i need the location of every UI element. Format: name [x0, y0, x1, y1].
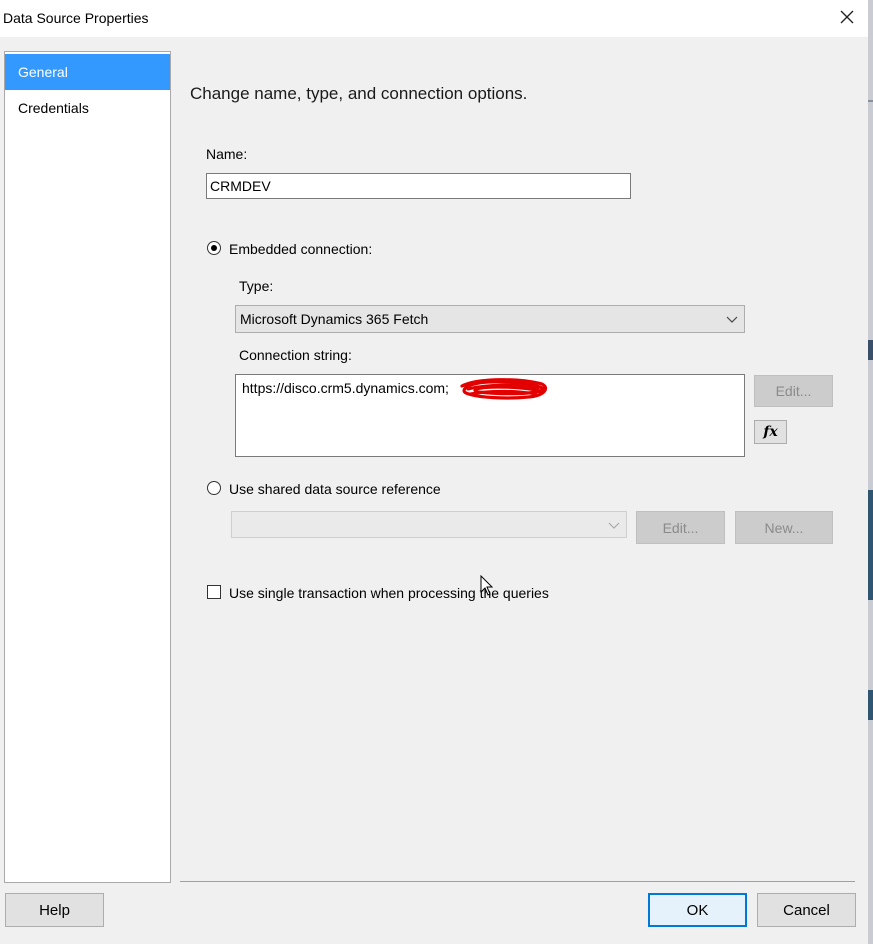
- footer-divider: [180, 881, 855, 882]
- type-select-value: Microsoft Dynamics 365 Fetch: [240, 311, 429, 327]
- sidebar: General Credentials: [4, 51, 171, 883]
- background-window-edge-detail: [868, 490, 873, 600]
- page-heading: Change name, type, and connection option…: [190, 84, 528, 103]
- window-title: Data Source Properties: [3, 10, 149, 26]
- embedded-connection-radio[interactable]: [207, 241, 221, 255]
- chevron-down-icon: [608, 515, 620, 538]
- embedded-connection-label: Embedded connection:: [229, 241, 373, 257]
- single-transaction-label: Use single transaction when processing t…: [229, 585, 549, 601]
- shared-new-button[interactable]: New...: [735, 511, 833, 544]
- background-window-edge-detail: [868, 100, 873, 102]
- radio-selected-dot: [211, 245, 217, 251]
- shared-datasource-label: Use shared data source reference: [229, 481, 441, 497]
- shared-datasource-radio[interactable]: [207, 481, 221, 495]
- sidebar-item-general[interactable]: General: [5, 54, 170, 90]
- mouse-cursor-icon: [480, 574, 494, 600]
- type-label: Type:: [239, 278, 274, 294]
- help-button[interactable]: Help: [5, 893, 104, 927]
- connection-string-label: Connection string:: [239, 347, 352, 363]
- ok-button[interactable]: OK: [648, 893, 747, 927]
- shared-edit-button[interactable]: Edit...: [636, 511, 725, 544]
- expression-fx-button[interactable]: fx: [754, 420, 787, 444]
- background-window-edge-detail: [868, 690, 873, 720]
- connection-edit-button[interactable]: Edit...: [754, 375, 833, 407]
- background-window-edge: [868, 0, 873, 944]
- connection-string-value: https://disco.crm5.dynamics.com;: [242, 380, 449, 396]
- close-icon[interactable]: [836, 5, 858, 29]
- sidebar-item-label: General: [18, 64, 68, 80]
- single-transaction-checkbox[interactable]: [207, 585, 221, 599]
- background-window-edge-detail: [868, 340, 873, 360]
- name-input[interactable]: [206, 173, 631, 199]
- redaction-scribble: [458, 376, 550, 402]
- chevron-down-icon: [726, 309, 738, 332]
- sidebar-item-label: Credentials: [18, 100, 89, 116]
- sidebar-item-credentials[interactable]: Credentials: [5, 90, 170, 126]
- shared-datasource-select[interactable]: [231, 511, 627, 538]
- cancel-button[interactable]: Cancel: [757, 893, 856, 927]
- type-select[interactable]: Microsoft Dynamics 365 Fetch: [235, 305, 745, 333]
- name-label: Name:: [206, 146, 248, 162]
